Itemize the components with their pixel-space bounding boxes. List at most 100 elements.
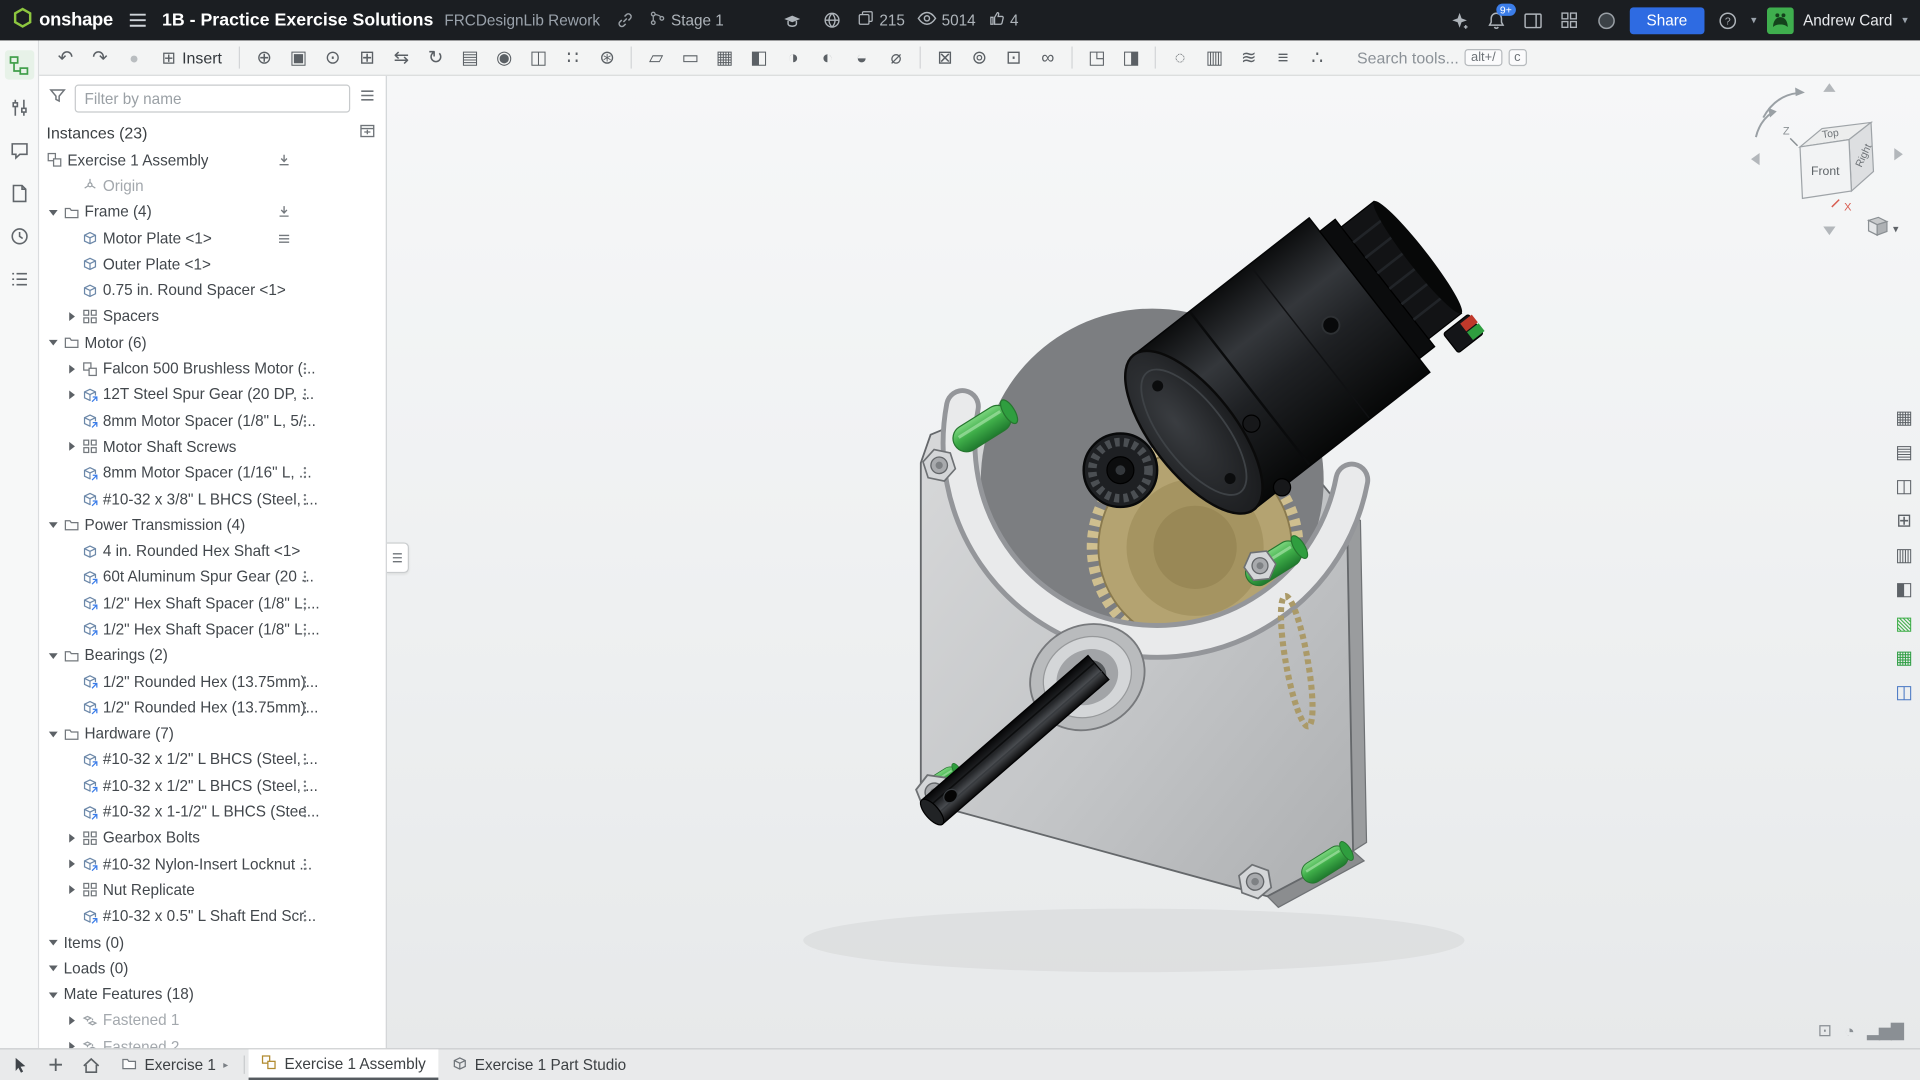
instances-panel-button[interactable] [4, 50, 33, 79]
dots-icon[interactable] [298, 361, 313, 376]
frame-tool-icon[interactable]: ▭ [674, 43, 707, 72]
tree-panel-collapse-handle[interactable] [387, 542, 409, 573]
dots-icon[interactable] [298, 413, 313, 428]
tree-item[interactable]: 1/2" Rounded Hex (13.75mm)... [39, 668, 386, 694]
create-drawing-icon[interactable]: ◳ [1080, 43, 1113, 72]
document-title[interactable]: 1B - Practice Exercise Solutions [162, 10, 433, 30]
sheet-metal-table-icon[interactable]: ▱ [639, 43, 672, 72]
tree-item[interactable]: Frame (4) [39, 199, 386, 225]
caret-down-icon[interactable] [44, 650, 61, 661]
tree-item[interactable]: #10-32 x 1/2" L BHCS (Steel, ... [39, 773, 386, 799]
caret-right-icon[interactable] [62, 1041, 79, 1048]
tree-options-icon[interactable] [359, 87, 376, 110]
caret-down-icon[interactable] [44, 520, 61, 531]
pan-left-arrow-icon[interactable] [1751, 153, 1760, 165]
display-states-icon[interactable]: ◑ [777, 43, 810, 72]
caret-down-icon[interactable] [44, 337, 61, 348]
user-menu-caret-icon[interactable]: ▾ [1902, 13, 1908, 26]
group-icon[interactable]: ▣ [282, 43, 315, 72]
caret-down-icon[interactable] [44, 728, 61, 739]
tree-item[interactable]: Falcon 500 Brushless Motor (... [39, 356, 386, 382]
rotate-cw-icon[interactable] [1795, 88, 1805, 97]
tree-item[interactable]: #10-32 x 1-1/2" L BHCS (Stee... [39, 799, 386, 825]
tree-item[interactable]: #10-32 Nylon-Insert Locknut ... [39, 851, 386, 877]
tree-item[interactable]: Items (0) [39, 929, 386, 955]
design-data-panel-icon[interactable]: ▧ [1891, 610, 1918, 636]
tree-item[interactable]: Mate Features (18) [39, 981, 386, 1007]
caret-right-icon[interactable] [62, 311, 79, 322]
tree-item[interactable]: Loads (0) [39, 955, 386, 981]
section-view-icon[interactable]: ◒ [845, 43, 878, 72]
views-stat[interactable]: 5014 [917, 11, 976, 29]
dots-icon[interactable] [298, 909, 313, 924]
graphics-area[interactable]: Front Top Right Z X ▾ [387, 76, 1920, 1048]
apps-grid-icon[interactable] [1556, 7, 1583, 34]
education-icon[interactable] [779, 7, 806, 34]
dots-icon[interactable] [298, 700, 313, 715]
caret-down-icon[interactable] [44, 989, 61, 1000]
tree-item[interactable]: 1/2" Hex Shaft Spacer (1/8" L,... [39, 590, 386, 616]
public-icon[interactable] [818, 7, 845, 34]
view-options-button[interactable]: ▾ [1869, 217, 1899, 235]
tree-item[interactable]: Origin [39, 173, 386, 199]
tab-exercise1-assembly[interactable]: Exercise 1 Assembly [249, 1049, 438, 1080]
tree-item[interactable]: 4 in. Rounded Hex Shaft <1> [39, 538, 386, 564]
caret-right-icon[interactable] [62, 1015, 79, 1026]
tree-item[interactable]: Spacers [39, 303, 386, 329]
dots-icon[interactable] [298, 857, 313, 872]
bom-panel-icon[interactable]: ▦ [1891, 404, 1918, 430]
search-tools[interactable]: Search tools... alt+/ c [1357, 48, 1527, 66]
dots-icon[interactable] [298, 674, 313, 689]
move-part-icon[interactable]: ⇆ [385, 43, 418, 72]
ai-assistant-icon[interactable] [1446, 7, 1473, 34]
versions-history-panel-button[interactable] [4, 222, 33, 251]
tree-item[interactable]: Outer Plate <1> [39, 251, 386, 277]
render-quality-icon[interactable]: ⊡ [1818, 1020, 1831, 1041]
rotate-ccw-icon[interactable] [1768, 108, 1777, 118]
caret-right-icon[interactable] [62, 885, 79, 896]
linear-pattern-icon[interactable]: ▤ [453, 43, 486, 72]
tree-item[interactable]: 0.75 in. Round Spacer <1> [39, 277, 386, 303]
tree-item[interactable]: Nut Replicate [39, 877, 386, 903]
custom-tables-icon[interactable]: ▥ [1198, 43, 1231, 72]
copy-link-icon[interactable] [611, 7, 638, 34]
tree-item[interactable]: Exercise 1 Assembly [39, 147, 386, 173]
caret-right-icon[interactable] [62, 389, 79, 400]
rotate-part-icon[interactable]: ↻ [419, 43, 452, 72]
tree-item[interactable]: Power Transmission (4) [39, 512, 386, 538]
3d-viewport[interactable] [387, 76, 1920, 1048]
tables-panel-icon[interactable]: ▥ [1891, 541, 1918, 567]
frame-panel-icon[interactable]: ◧ [1891, 576, 1918, 602]
dots-icon[interactable] [298, 387, 313, 402]
dots-icon[interactable] [298, 596, 313, 611]
documents-panel-button[interactable] [4, 179, 33, 208]
fix-icon[interactable] [277, 205, 292, 220]
interference-check-icon[interactable]: ⊠ [928, 43, 961, 72]
home-tab-button[interactable] [73, 1049, 107, 1080]
filter-input[interactable] [75, 84, 351, 112]
tree-item[interactable]: 12T Steel Spur Gear (20 DP, ... [39, 382, 386, 408]
circular-pattern-icon[interactable]: ◉ [488, 43, 521, 72]
likes-stat[interactable]: 4 [988, 10, 1019, 31]
dots-icon[interactable] [298, 622, 313, 637]
tree-item[interactable]: Gearbox Bolts [39, 825, 386, 851]
caret-right-icon[interactable] [62, 832, 79, 843]
dots-icon[interactable] [298, 778, 313, 793]
mate-icon[interactable]: ⊕ [248, 43, 281, 72]
tab-folder-exercise1[interactable]: Exercise 1 ▸ [109, 1049, 240, 1080]
mate-connector-icon[interactable]: ⊙ [316, 43, 349, 72]
comment-tool-icon[interactable]: ◌ [1164, 43, 1197, 72]
flatten-icon[interactable] [277, 231, 292, 246]
caret-right-icon[interactable] [62, 859, 79, 870]
comments-panel-button[interactable] [4, 136, 33, 165]
tree-item[interactable]: Fastened 2 [39, 1034, 386, 1049]
avatar[interactable] [1766, 7, 1793, 34]
named-positions-icon[interactable]: ◧ [742, 43, 775, 72]
belt-tool-icon[interactable]: ∞ [1031, 43, 1064, 72]
version-branch[interactable]: Stage 1 [649, 10, 724, 31]
cut-list-panel-icon[interactable]: ▤ [1891, 438, 1918, 464]
notifications-bell-icon[interactable]: 9+ [1482, 7, 1509, 34]
tree-item[interactable]: 1/2" Rounded Hex (13.75mm)... [39, 695, 386, 721]
update-status-icon[interactable]: ● [118, 43, 151, 72]
measure-icon[interactable]: ⌀ [879, 43, 912, 72]
